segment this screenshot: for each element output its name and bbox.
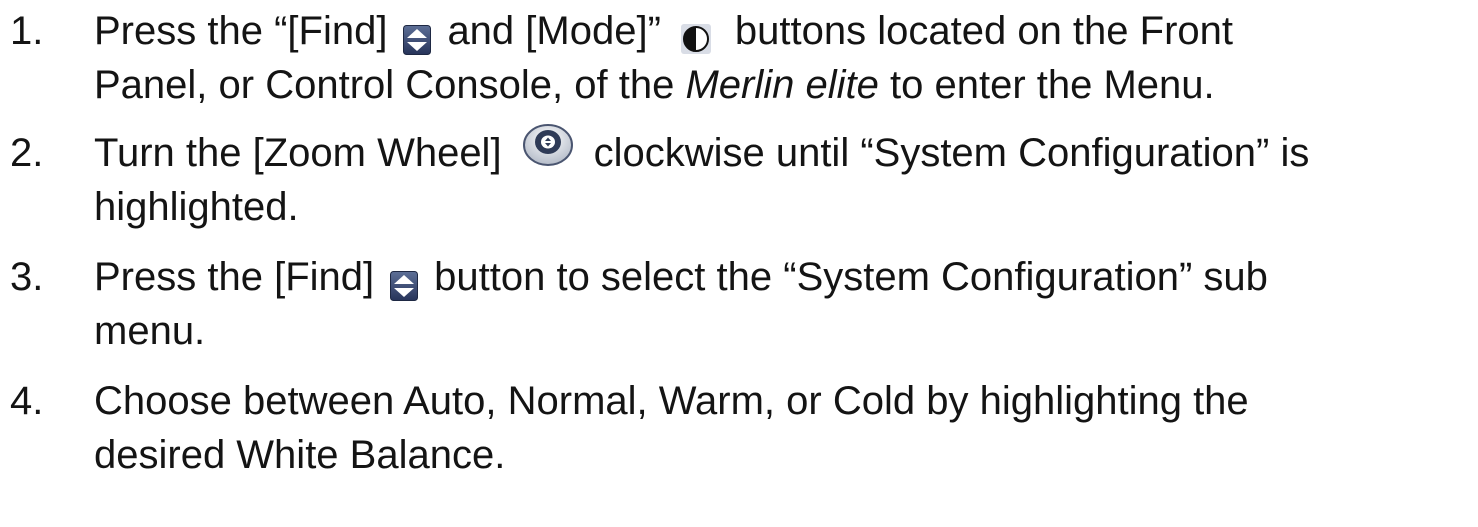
- step-text: Press the “[Find] and [Mode]” buttons lo…: [94, 4, 1474, 112]
- text-run: clockwise until “System Configuration” i…: [593, 131, 1310, 175]
- text-run: menu.: [94, 309, 206, 353]
- step-line: Choose between Auto, Normal, Warm, or Co…: [94, 374, 1474, 428]
- step-line: menu.: [94, 304, 1474, 358]
- step-line: Turn the [Zoom Wheel] clockwise until “S…: [94, 124, 1474, 180]
- step-text: Turn the [Zoom Wheel] clockwise until “S…: [94, 124, 1474, 234]
- step-number: 2.: [10, 131, 44, 175]
- text-run: to enter the Menu.: [890, 63, 1215, 107]
- step-line: Press the “[Find] and [Mode]” buttons lo…: [94, 4, 1474, 58]
- step-line: desired White Balance.: [94, 428, 1474, 482]
- step-number: 1.: [10, 9, 44, 53]
- find-icon: [390, 261, 419, 302]
- step-number: 4.: [10, 379, 44, 423]
- text-run: Press the “[Find]: [94, 9, 388, 53]
- step-number: 3.: [10, 255, 44, 299]
- text-run: highlighted.: [94, 185, 299, 229]
- text-run: desired White Balance.: [94, 433, 506, 477]
- find-icon: [403, 15, 432, 56]
- step-line: highlighted.: [94, 180, 1474, 234]
- text-run: Panel, or Control Console, of the: [94, 63, 675, 107]
- step-line: Panel, or Control Console, of the Merlin…: [94, 58, 1474, 112]
- step-line: Press the [Find] button to select the “S…: [94, 250, 1474, 304]
- text-run: Press the [Find]: [94, 255, 375, 299]
- text-run: buttons located on the Front: [734, 9, 1234, 53]
- step-text: Press the [Find] button to select the “S…: [94, 250, 1474, 358]
- zoom-wheel-icon: [522, 121, 574, 167]
- text-run: Choose between Auto, Normal, Warm, or Co…: [94, 379, 1249, 423]
- step-text: Choose between Auto, Normal, Warm, or Co…: [94, 374, 1474, 482]
- text-run: Turn the [Zoom Wheel]: [94, 131, 502, 175]
- text-run: and [Mode]”: [447, 9, 661, 53]
- mode-icon: [680, 14, 711, 55]
- text-run: button to select the “System Configurati…: [434, 255, 1268, 299]
- product-name: Merlin elite: [685, 63, 879, 107]
- instruction-page: 1. Press the “[Find] and [Mode]” buttons…: [0, 0, 1478, 527]
